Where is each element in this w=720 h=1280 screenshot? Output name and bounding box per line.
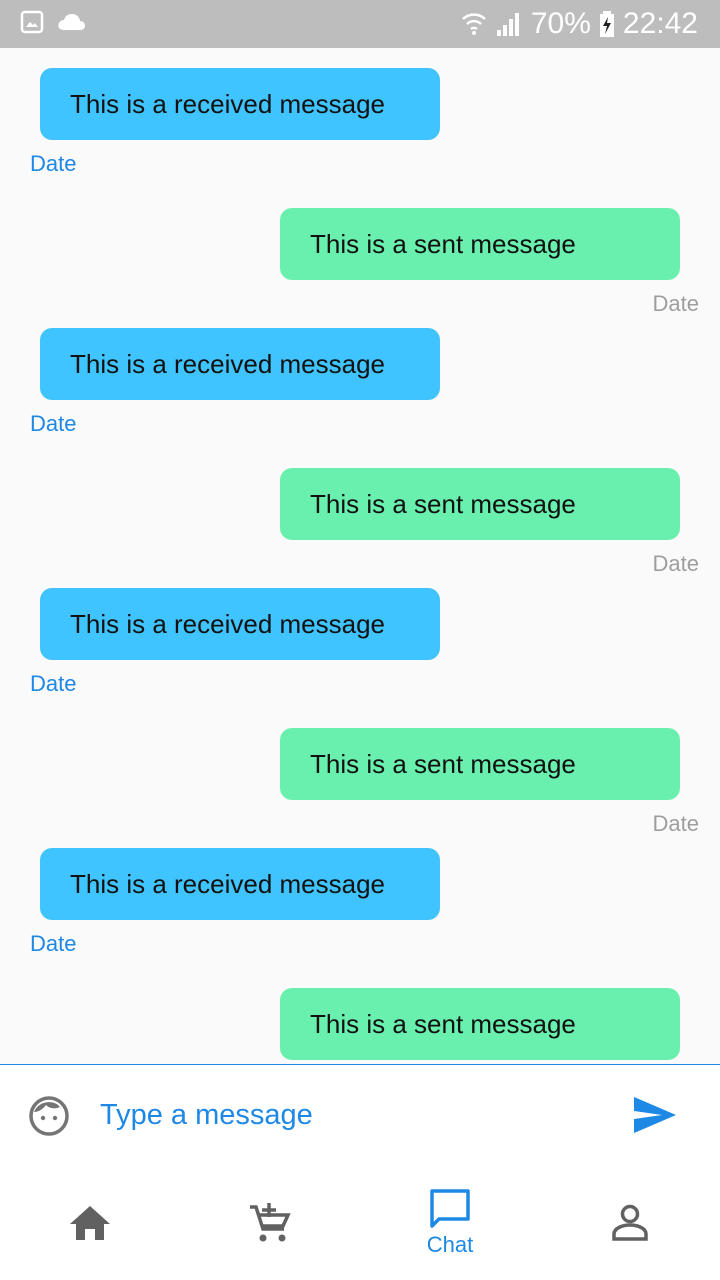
message-date: Date <box>30 411 77 436</box>
message-date: Date <box>30 151 77 176</box>
person-icon <box>612 1204 648 1241</box>
nav-home[interactable] <box>0 1166 180 1280</box>
nav-profile[interactable] <box>540 1166 720 1280</box>
received-bubble: This is a received message <box>40 848 440 920</box>
battery-charging-icon <box>599 11 614 37</box>
add-cart-icon <box>250 1203 291 1242</box>
sent-bubble: This is a sent message <box>280 728 680 800</box>
send-icon[interactable] <box>632 1095 678 1135</box>
status-left <box>20 10 86 34</box>
nav-add-to-cart[interactable] <box>180 1166 360 1280</box>
status-bar: 70% 22:42 <box>0 0 720 48</box>
nav-chat[interactable]: Chat <box>360 1166 540 1280</box>
message-input[interactable] <box>100 1089 600 1141</box>
clock: 22:42 <box>622 7 698 40</box>
message-date: Date <box>652 291 699 316</box>
message-date: Date <box>652 811 699 836</box>
received-bubble: This is a received message <box>40 328 440 400</box>
home-icon <box>70 1206 110 1240</box>
cloud-icon <box>58 14 85 30</box>
status-right: 70% 22:42 <box>461 4 698 44</box>
message-date: Date <box>652 551 699 576</box>
received-bubble: This is a received message <box>40 68 440 140</box>
message-date: Date <box>30 671 77 696</box>
wifi-icon <box>462 13 486 35</box>
bottom-navigation: Chat <box>0 1166 720 1280</box>
message-list[interactable]: This is a received message Date This is … <box>0 48 720 1064</box>
chat-icon <box>430 1189 470 1228</box>
emoji-face-icon[interactable] <box>28 1095 70 1137</box>
sent-bubble: This is a sent message <box>280 208 680 280</box>
sent-bubble: This is a sent message <box>280 988 680 1060</box>
signal-icon <box>496 13 519 36</box>
gallery-icon <box>20 10 44 34</box>
battery-percent: 70% <box>530 7 591 40</box>
message-composer <box>0 1064 720 1166</box>
received-bubble: This is a received message <box>40 588 440 660</box>
sent-bubble: This is a sent message <box>280 468 680 540</box>
message-date: Date <box>30 931 77 956</box>
nav-chat-label: Chat <box>426 1232 474 1257</box>
